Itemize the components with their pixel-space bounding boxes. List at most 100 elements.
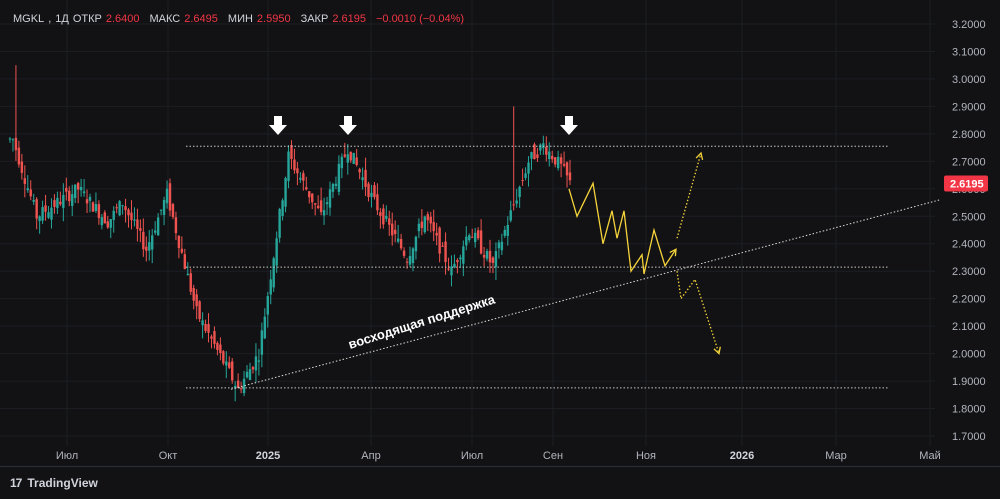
candle-body [479,230,483,254]
candle-body [553,157,557,165]
candle-body [44,205,47,212]
candle-body [299,177,302,180]
candle-body [361,177,364,181]
candle-body [210,336,213,339]
candle-body [447,268,450,270]
candle-body [385,215,388,219]
candle-body [248,369,252,381]
candle-body [145,246,148,251]
candle-body [408,256,412,265]
candle-body [355,157,358,166]
candle-body [494,251,498,267]
candle-body [328,189,332,208]
candle-body [204,324,207,331]
candle-body [488,250,492,263]
price-tick-label: 2.8000 [952,129,986,141]
candle-body [322,210,326,216]
candle-body [524,173,527,179]
time-tick-label: Ноя [636,450,656,462]
candle-body [393,229,397,235]
open-label: ОТКР [72,13,102,25]
candle-body [497,242,501,249]
price-tick-label: 1.7000 [952,431,986,443]
candle-body [219,344,222,354]
candle-body [476,230,480,239]
candle-body [17,147,21,165]
candle-body [482,254,486,258]
candle-body [414,236,418,252]
trendline [230,199,941,390]
candle-body [471,236,474,238]
candle-body [266,296,269,315]
candle-body [106,221,109,228]
candle-body [515,200,518,204]
candle-body [468,235,471,241]
candle-body [263,316,267,339]
candle-body [438,227,441,254]
symbol-label[interactable]: MGKL [13,13,44,25]
candle-body [521,179,524,181]
candle-body [352,152,355,164]
footer-bar: 17 TradingView [0,466,1000,499]
candle-body [82,191,86,194]
candle-body [47,212,50,218]
candle-body [88,196,92,201]
candle-body [316,205,320,209]
last-price-tag-label: 2.6195 [950,178,984,190]
candle-body [14,137,18,151]
ohlc-legend: MGKL, 1Д ОТКР 2.6400 МАКС 2.6495 МИН 2.5950… [13,13,465,25]
candle-body [71,194,74,206]
candle-body [456,260,459,263]
candle-body [551,155,554,160]
candle-body [180,248,184,253]
candle-body [485,251,489,259]
forecast-path-main [568,181,677,275]
time-tick-label: 2026 [730,450,754,462]
tradingview-logo[interactable]: 17 TradingView [10,476,98,490]
candle-body [216,342,219,350]
candle-body [228,362,231,368]
candle-body [174,217,178,234]
open-value: 2.6400 [105,13,140,25]
candle-body [94,204,98,212]
candle-body [50,207,53,220]
time-tick-label: 2025 [256,450,280,462]
interval-label[interactable]: 1Д [55,13,69,25]
price-tick-label: 3.2000 [952,19,986,31]
candle-body [148,242,151,251]
price-tick-label: 1.9000 [952,376,986,388]
candle-body [11,139,15,141]
candle-body [156,217,160,236]
candle-body [272,258,275,288]
time-tick-label: Апр [361,450,380,462]
candle-body [115,207,118,209]
candle-body [121,205,124,207]
time-tick-label: Мар [825,450,847,462]
candle-body [97,204,101,219]
candle-body [376,194,379,211]
candle-body [136,219,139,229]
price-chart[interactable]: восходящая поддержка 3.2000 3.1000 3.0000 2.… [0,0,1000,466]
candle-body [26,188,29,191]
candle-body [133,219,136,221]
candle-body [382,208,385,225]
candle-body [411,248,415,264]
candle-body [426,214,429,221]
candle-body [112,210,115,220]
candle-body [559,157,563,164]
candle-body [465,236,468,246]
candle-body [68,190,71,202]
candle-body [59,201,62,205]
candle-body [444,241,447,263]
candle-body [562,164,566,166]
candle-body [450,266,453,276]
candle-body [432,222,435,232]
candle-body [343,154,347,157]
candle-body [260,330,264,355]
candle-body [349,151,352,161]
candle-body [364,169,367,187]
candle-body [56,197,59,208]
candle-body [331,183,335,192]
candle-body [32,199,35,202]
low-value: 2.5950 [256,13,291,25]
